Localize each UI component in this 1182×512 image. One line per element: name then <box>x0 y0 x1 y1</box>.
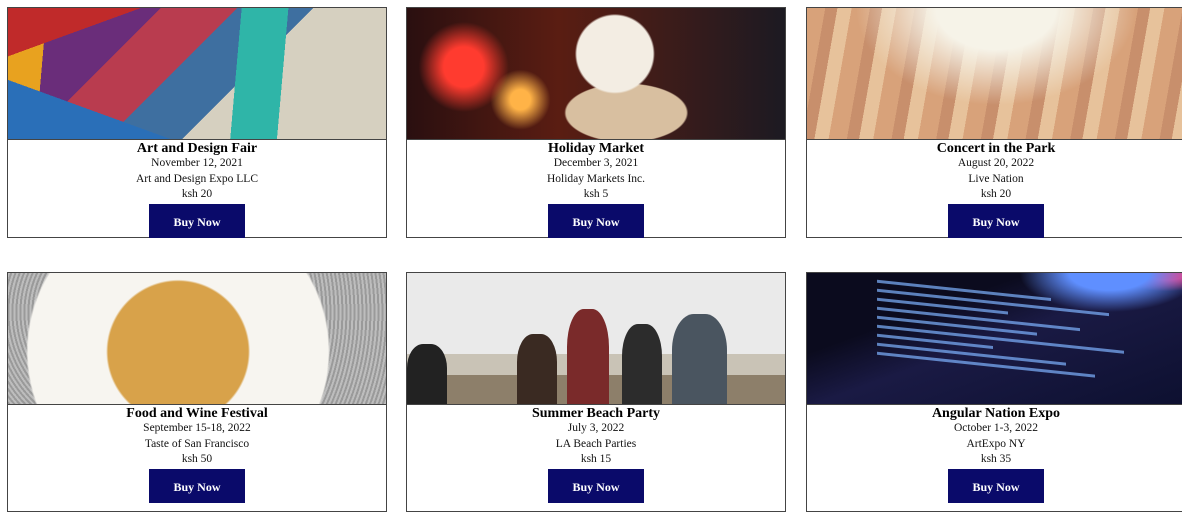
event-organizer: Taste of San Francisco <box>144 437 250 450</box>
event-title: Concert in the Park <box>936 141 1056 156</box>
event-date: November 12, 2021 <box>151 157 243 169</box>
event-image-holiday-market <box>407 8 785 140</box>
event-date: August 20, 2022 <box>957 157 1035 169</box>
event-price: ksh 5 <box>583 188 609 200</box>
buy-now-button[interactable]: Buy Now <box>948 468 1044 503</box>
event-image-beach-friends <box>407 273 785 405</box>
event-card-angular-nation-expo: Angular Nation Expo October 1-3, 2022 Ar… <box>806 272 1182 512</box>
event-title: Holiday Market <box>547 141 645 156</box>
event-title: Angular Nation Expo <box>931 406 1061 421</box>
event-date: July 3, 2022 <box>567 422 625 434</box>
event-price: ksh 35 <box>980 453 1012 465</box>
event-price: ksh 15 <box>580 453 612 465</box>
event-date: December 3, 2021 <box>553 157 639 169</box>
event-organizer: ArtExpo NY <box>966 437 1026 450</box>
buy-now-button[interactable]: Buy Now <box>548 468 644 503</box>
buy-now-button[interactable]: Buy Now <box>948 203 1044 238</box>
event-price: ksh 50 <box>181 453 213 465</box>
event-organizer: Live Nation <box>968 172 1024 185</box>
buy-now-button[interactable]: Buy Now <box>149 203 245 238</box>
event-image-pasta-dish <box>8 273 386 405</box>
event-date: October 1-3, 2022 <box>954 422 1038 434</box>
event-image-paint-brushes <box>8 8 386 140</box>
event-card-holiday-market: Holiday Market December 3, 2021 Holiday … <box>406 7 786 238</box>
event-title: Food and Wine Festival <box>126 406 268 421</box>
buy-now-button[interactable]: Buy Now <box>149 468 245 503</box>
event-price: ksh 20 <box>181 188 213 200</box>
event-card-summer-beach-party: Summer Beach Party July 3, 2022 LA Beach… <box>406 272 786 512</box>
buy-now-button[interactable]: Buy Now <box>548 203 644 238</box>
event-title: Summer Beach Party <box>531 406 661 421</box>
event-organizer: Art and Design Expo LLC <box>135 172 258 185</box>
event-title: Art and Design Fair <box>136 141 258 156</box>
event-card-concert-in-the-park: Concert in the Park August 20, 2022 Live… <box>806 7 1182 238</box>
event-image-concert-crowd <box>807 8 1182 140</box>
event-organizer: LA Beach Parties <box>555 437 637 450</box>
event-organizer: Holiday Markets Inc. <box>546 172 646 185</box>
event-date: September 15-18, 2022 <box>143 422 251 434</box>
event-price: ksh 20 <box>980 188 1012 200</box>
event-card-food-and-wine-festival: Food and Wine Festival September 15-18, … <box>7 272 387 512</box>
event-card-art-and-design-fair: Art and Design Fair November 12, 2021 Ar… <box>7 7 387 238</box>
event-image-code-screen <box>807 273 1182 405</box>
